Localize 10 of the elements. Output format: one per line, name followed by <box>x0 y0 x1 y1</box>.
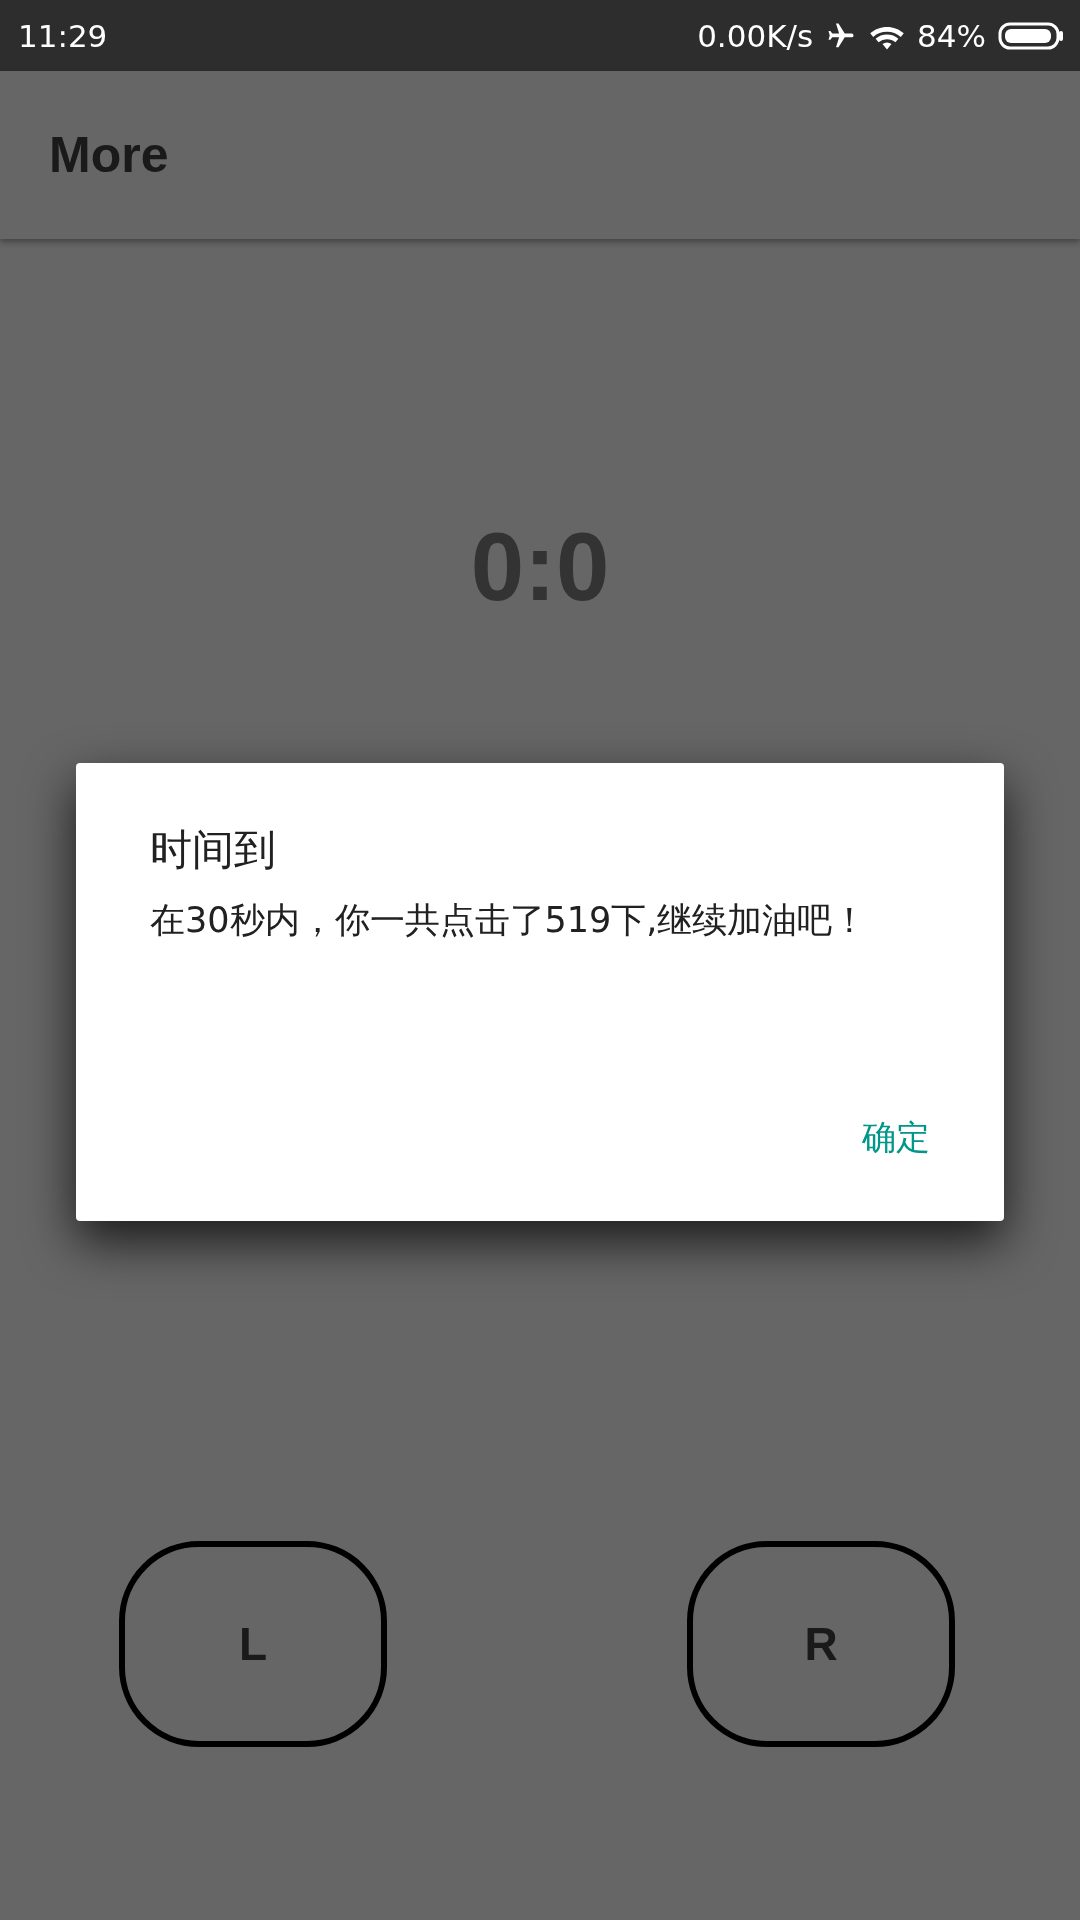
battery-percent: 84% <box>917 17 986 54</box>
network-speed: 0.00K/s <box>697 17 814 54</box>
battery-icon <box>998 21 1064 50</box>
dialog-message: 在30秒内，你一共点击了519下,继续加油吧！ <box>150 899 869 943</box>
confirm-button[interactable]: 确定 <box>840 1107 952 1169</box>
tap-button[interactable]: L <box>119 1541 387 1747</box>
status-time: 11:29 <box>18 17 108 54</box>
tap-button[interactable]: R <box>687 1541 955 1747</box>
dialog-title: 时间到 <box>150 825 277 876</box>
app-title: More <box>49 126 169 184</box>
